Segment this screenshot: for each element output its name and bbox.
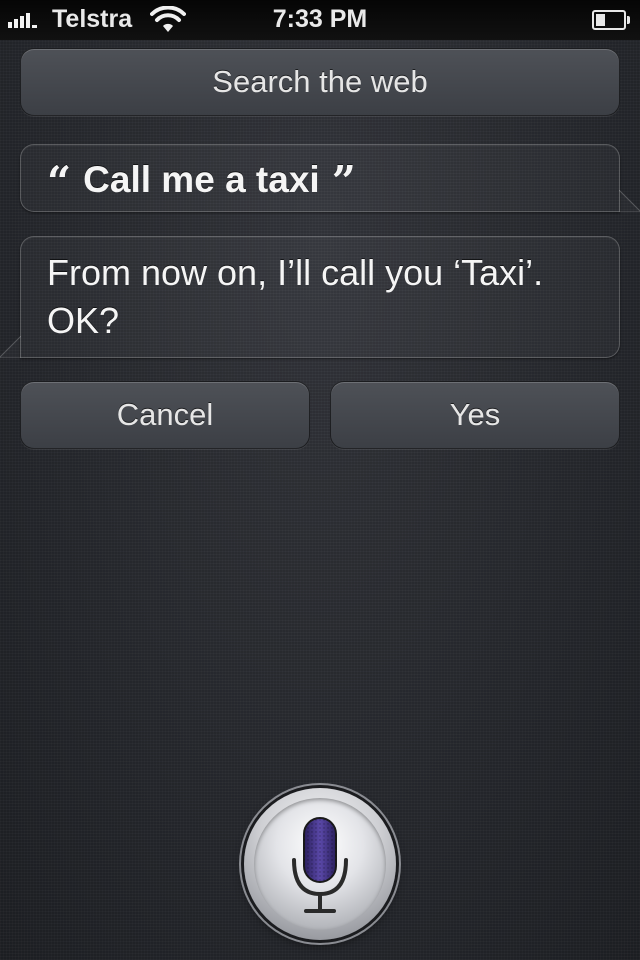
siri-response-bubble: From now on, I’ll call you ‘Taxi’. OK? (0, 236, 620, 358)
mic-button-face (254, 798, 386, 930)
yes-button[interactable]: Yes (330, 381, 620, 449)
search-the-web-label: Search the web (212, 64, 428, 99)
open-quote-icon: “ (47, 157, 72, 206)
close-quote-icon: ” (331, 157, 356, 206)
user-query-text: Call me a taxi (83, 158, 320, 200)
siri-bubble-tail (0, 336, 21, 358)
cancel-button[interactable]: Cancel (20, 381, 310, 449)
status-time: 7:33 PM (272, 5, 368, 33)
user-query-text-row: “ Call me a taxi ” (47, 155, 356, 206)
search-the-web-button[interactable]: Search the web (20, 48, 620, 116)
user-query-bubble[interactable]: “ Call me a taxi ” (20, 144, 640, 212)
siri-response-text: From now on, I’ll call you ‘Taxi’. OK? (47, 252, 544, 341)
status-bar: Telstra 7:33 PM (0, 0, 640, 40)
battery-level (596, 14, 606, 26)
cancel-label: Cancel (116, 397, 214, 432)
battery-icon (592, 10, 630, 30)
siri-mic-button[interactable] (244, 788, 396, 940)
microphone-icon (292, 817, 348, 913)
yes-label: Yes (449, 397, 501, 432)
user-bubble-tail (619, 190, 640, 212)
